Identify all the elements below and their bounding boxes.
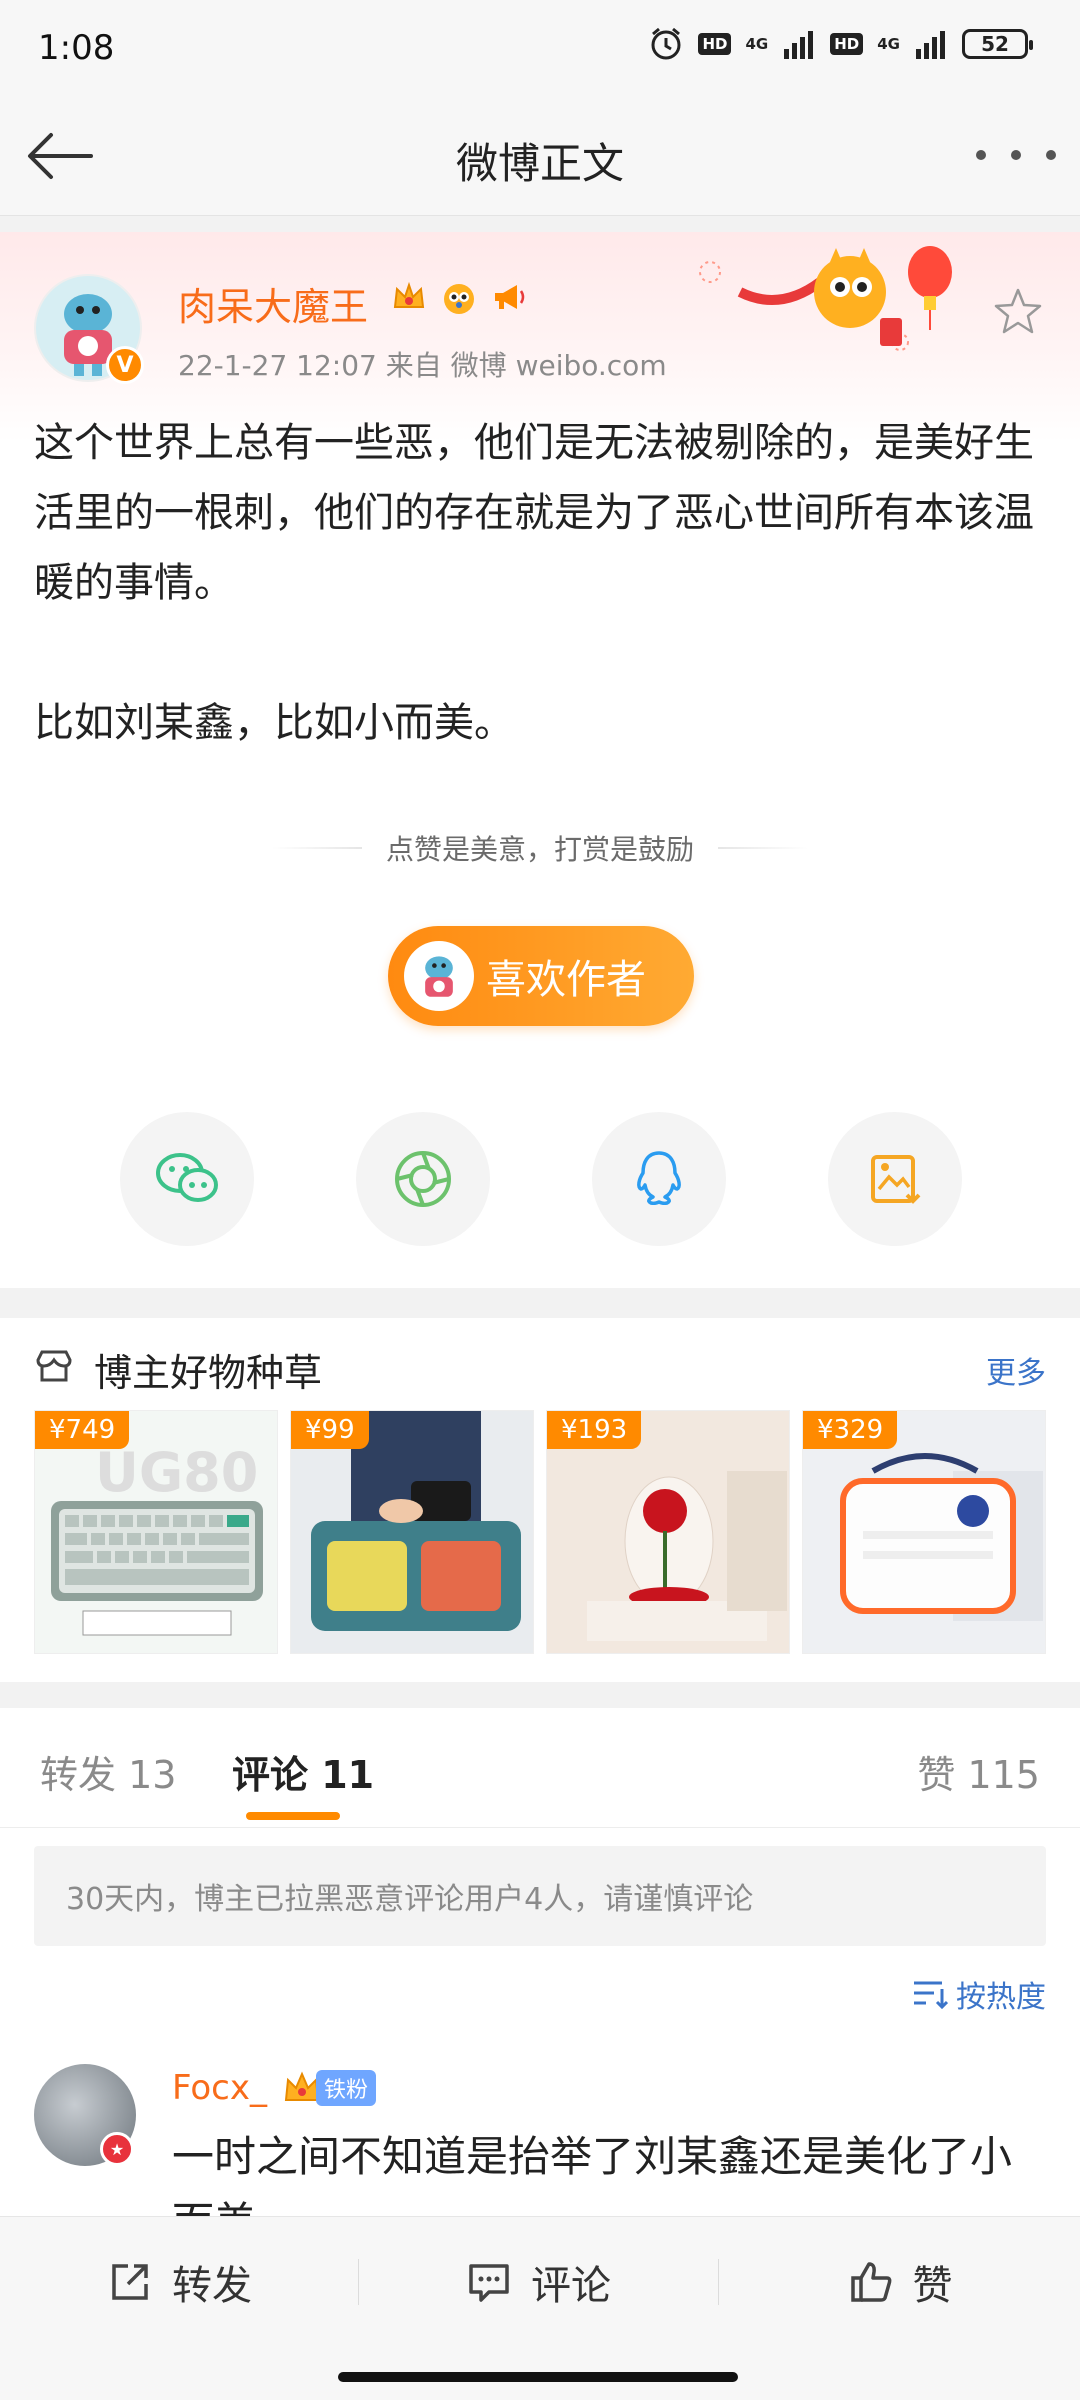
- status-time: 1:08: [38, 28, 115, 68]
- goods-item-keyboard[interactable]: ¥749 UG80: [34, 1410, 278, 1654]
- sort-label: 按热度: [956, 1980, 1046, 2015]
- goods-price: ¥749: [35, 1411, 130, 1449]
- hd-badge-2: HD: [830, 33, 864, 55]
- commenter-badge-icon: ★: [100, 2132, 134, 2166]
- share-icon: [112, 2264, 148, 2300]
- author-avatar[interactable]: V: [34, 274, 144, 384]
- recommended-goods: 博主好物种草 更多 ¥749 UG80 ¥99 ¥193 ¥329: [0, 1318, 1080, 1682]
- page-title: 微博正文: [455, 139, 624, 188]
- tiger-decoration-icon: [699, 246, 952, 351]
- navigation-bar: 微博正文: [0, 96, 1080, 216]
- goods-price: ¥99: [291, 1411, 369, 1449]
- more-button[interactable]: [976, 130, 1056, 180]
- repost-label: 转发: [172, 2263, 252, 2309]
- goods-list: ¥749 UG80 ¥99 ¥193 ¥329: [34, 1410, 1046, 1654]
- post-body: 这个世界上总有一些恶，他们是无法被剔除的，是美好生活里的一根刺，他们的存在就是为…: [34, 408, 1054, 758]
- hd-badge: HD: [698, 33, 732, 55]
- author-name[interactable]: 肉呆大魔王: [178, 276, 368, 331]
- fan-label: 铁粉: [316, 2070, 377, 2106]
- dot-icon: [976, 150, 986, 160]
- post-meta: 22-1-27 12:07 来自 微博 weibo.com: [178, 349, 667, 382]
- post-tabs: 转发 13 评论 11 赞 115: [0, 1708, 1080, 1828]
- favorite-button[interactable]: [990, 284, 1046, 340]
- comment-label: 评论: [531, 2263, 611, 2309]
- goods-price: ¥329: [803, 1411, 898, 1449]
- share-wechat-button[interactable]: [120, 1112, 254, 1246]
- thumbs-up-icon: [850, 2262, 891, 2302]
- like-author-label: 喜欢作者: [486, 957, 646, 1003]
- save-image-button[interactable]: [828, 1112, 962, 1246]
- verified-badge-icon: V: [106, 346, 144, 384]
- divider: [718, 847, 808, 849]
- tab-likes[interactable]: 赞 115: [917, 1744, 1040, 1799]
- repost-button[interactable]: 转发: [0, 2217, 358, 2347]
- moments-icon: [395, 1151, 451, 1207]
- post-paragraph: 比如刘某鑫，比如小而美。: [34, 700, 514, 746]
- megaphone-badge-icon: [488, 276, 530, 318]
- star-icon: [994, 288, 1042, 334]
- wechat-icon: [156, 1153, 218, 1202]
- share-qq-button[interactable]: [592, 1112, 726, 1246]
- sort-by-hot-button[interactable]: 按热度: [912, 1972, 1046, 2016]
- post-card: V 肉呆大魔王 22-1-27 12:07 来自 微博 weibo.com 这个…: [0, 232, 1080, 1288]
- crown-badge-icon: [388, 276, 430, 318]
- goods-item-case[interactable]: ¥329: [802, 1410, 1046, 1654]
- comment-text: 一时之间不知道是抬举了刘某鑫还是美化了小而美: [172, 2132, 1013, 2228]
- comment-item: ★ Focx_ 铁粉 一时之间不知道是抬举了刘某鑫还是美化了小而美: [0, 2064, 1080, 2228]
- comment-button[interactable]: 评论: [359, 2217, 717, 2347]
- comments-section: 转发 13 评论 11 赞 115 30天内，博主已拉黑恶意评论用户4人，请谨慎…: [0, 1708, 1080, 2228]
- dot-icon: [1011, 150, 1021, 160]
- home-indicator[interactable]: [338, 2372, 738, 2382]
- network-label-2: 4G: [877, 34, 900, 53]
- dot-icon: [1046, 150, 1056, 160]
- share-row: [0, 1112, 1080, 1252]
- author-mini-avatar: [404, 941, 474, 1011]
- author-badges: [388, 276, 530, 318]
- sort-icon: [914, 1981, 948, 2009]
- battery-indicator: 52: [962, 29, 1033, 59]
- commenter-name[interactable]: Focx_: [172, 2068, 267, 2108]
- goods-item-rose[interactable]: ¥193: [546, 1410, 790, 1654]
- signal-icon-2: [916, 31, 945, 59]
- reward-tip-text: 点赞是美意，打赏是鼓励: [385, 833, 694, 866]
- status-bar: 1:08 HD 4G HD 4G 52: [0, 0, 1080, 96]
- goods-item-bag[interactable]: ¥99: [290, 1410, 534, 1654]
- share-moments-button[interactable]: [356, 1112, 490, 1246]
- svg-text:UG80: UG80: [95, 1441, 258, 1504]
- goods-section-title: 博主好物种草: [94, 1351, 323, 1395]
- alarm-icon: [651, 27, 681, 60]
- post-paragraph: 这个世界上总有一些恶，他们是无法被剔除的，是美好生活里的一根刺，他们的存在就是为…: [34, 420, 1034, 606]
- reward-tip: 点赞是美意，打赏是鼓励: [0, 828, 1080, 868]
- save-image-icon: [871, 1155, 921, 1204]
- post-paragraph: [34, 618, 1054, 688]
- like-label: 赞: [912, 2263, 953, 2309]
- fan-badge: 铁粉: [282, 2068, 377, 2108]
- like-author-button[interactable]: 喜欢作者: [388, 926, 694, 1026]
- network-label: 4G: [745, 34, 769, 53]
- like-button[interactable]: 赞: [719, 2217, 1080, 2347]
- goods-more-link[interactable]: 更多: [986, 1348, 1046, 1392]
- goods-price: ¥193: [547, 1411, 642, 1449]
- comment-icon: [469, 2264, 509, 2302]
- tiger-badge-icon: [438, 276, 480, 318]
- divider: [271, 847, 362, 849]
- qq-icon: [637, 1151, 681, 1206]
- shop-icon: [36, 1350, 72, 1382]
- tab-repost[interactable]: 转发 13: [40, 1744, 176, 1799]
- signal-icon: [784, 31, 814, 59]
- comment-notice: 30天内，博主已拉黑恶意评论用户4人，请谨慎评论: [34, 1846, 1046, 1946]
- status-icons: HD 4G HD 4G 52: [648, 26, 1033, 62]
- tab-comments[interactable]: 评论 11: [232, 1744, 374, 1799]
- tab-indicator: [246, 1812, 340, 1820]
